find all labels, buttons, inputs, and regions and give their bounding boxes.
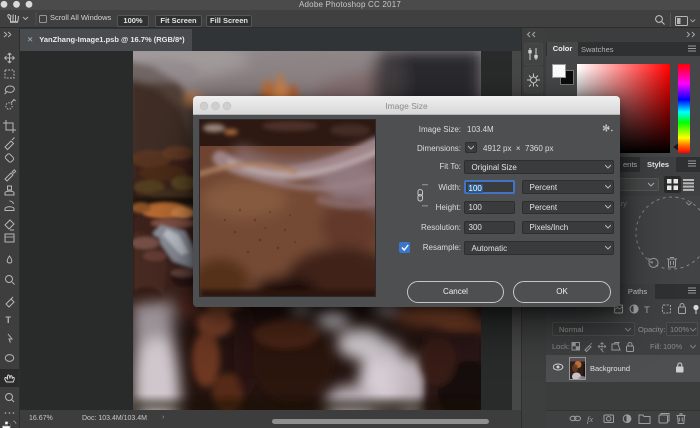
svg-text:T: T — [6, 315, 12, 325]
svg-text:fx: fx — [587, 414, 593, 424]
svg-text:T: T — [644, 305, 650, 316]
